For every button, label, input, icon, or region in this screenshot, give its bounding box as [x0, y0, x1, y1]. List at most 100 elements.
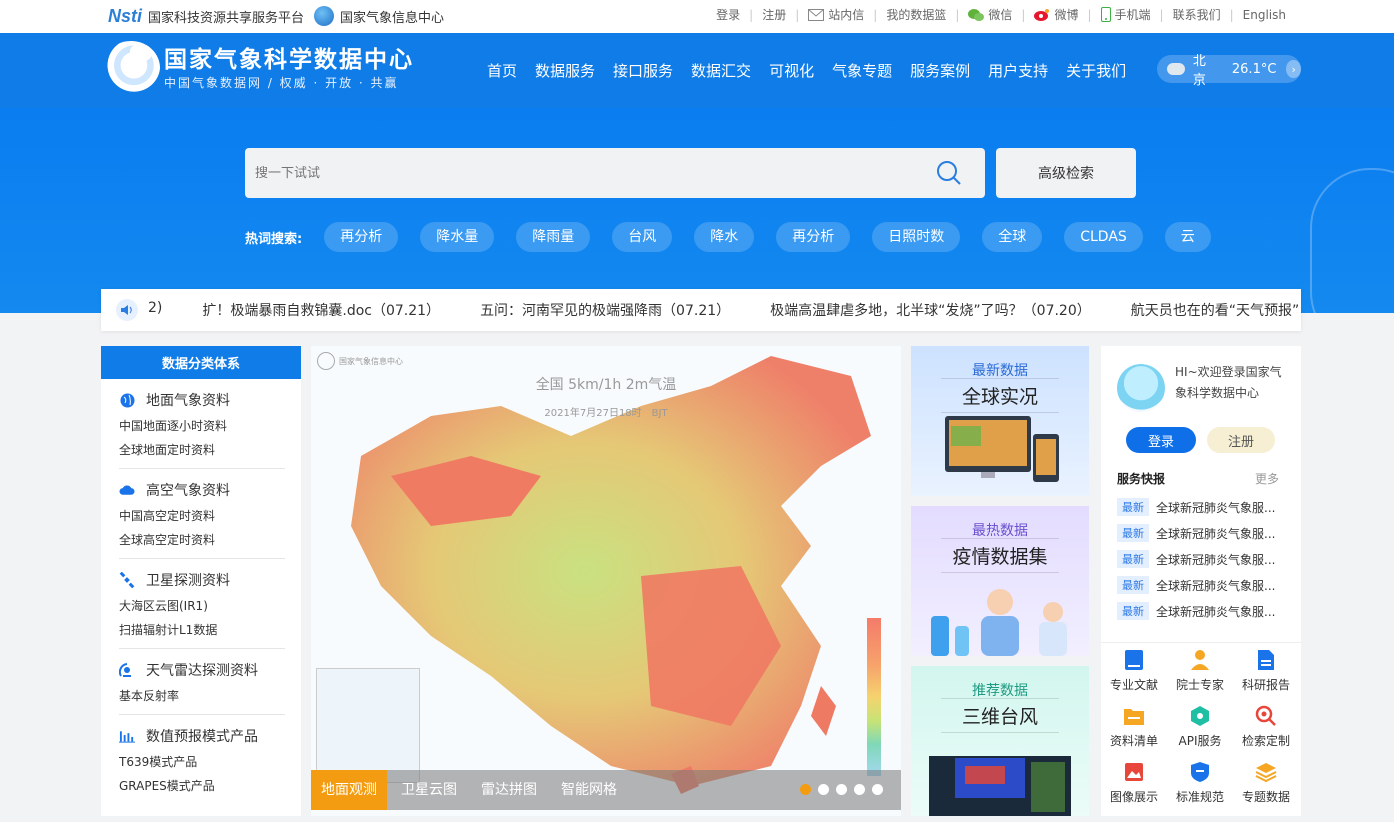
category-sublink[interactable]: 中国地面逐小时资料	[119, 414, 285, 438]
shortcut-experts[interactable]: 院士专家	[1167, 643, 1233, 693]
list-item[interactable]: 最新 全球新冠肺炎气象服...	[1117, 520, 1287, 546]
nav-topics[interactable]: 气象专题	[823, 60, 901, 81]
hot-keyword[interactable]: CLDAS	[1064, 222, 1143, 252]
shortcut-search-custom[interactable]: 检索定制	[1233, 699, 1299, 749]
nav-cases[interactable]: 服务案例	[901, 60, 979, 81]
ticker-item[interactable]: 扩！极端暴雨自救锦囊.doc（07.21）	[202, 300, 440, 320]
shortcut-api[interactable]: API服务	[1167, 699, 1233, 749]
weibo-icon	[1034, 8, 1050, 21]
hot-keyword[interactable]: 降水量	[420, 222, 495, 252]
data-basket-link[interactable]: 我的数据篮	[886, 6, 946, 23]
shortcut-standards[interactable]: 标准规范	[1167, 755, 1233, 805]
recommended-data-card[interactable]: 推荐数据 三维台风	[911, 666, 1089, 816]
ticker-item[interactable]: 航天员也在的看“天气预报”（07.19	[1131, 300, 1301, 320]
search-hero: 高级检索 热词搜索: 再分析 降水量 降雨量 台风 降水 再分析 日照时数 全球…	[0, 108, 1394, 313]
shortcut-data-list[interactable]: 资料清单	[1101, 699, 1167, 749]
nav-support[interactable]: 用户支持	[979, 60, 1057, 81]
category-sublink[interactable]: GRAPES模式产品	[119, 774, 285, 798]
category-satellite[interactable]: 卫星探测资料	[119, 569, 285, 591]
nsti-logo[interactable]: Nsti	[108, 6, 142, 27]
map-org-label: 国家气象信息中心	[339, 356, 403, 366]
latest-data-card[interactable]: 最新数据 全球实况	[911, 346, 1089, 496]
ticker-item[interactable]: 五问：河南罕见的极端强降雨（07.21）	[480, 300, 730, 320]
category-sublink[interactable]: 扫描辐射计L1数据	[119, 618, 285, 642]
shortcut-topic-data[interactable]: 专题数据	[1233, 755, 1299, 805]
map-org-logo: 国家气象信息中心	[317, 352, 403, 370]
more-link[interactable]: 更多	[1255, 470, 1279, 487]
hot-keyword[interactable]: 降雨量	[516, 222, 591, 252]
list-item[interactable]: 最新 全球新冠肺炎气象服...	[1117, 494, 1287, 520]
category-sublink[interactable]: 全球地面定时资料	[119, 438, 285, 462]
hottest-data-card[interactable]: 最热数据 疫情数据集	[911, 506, 1089, 656]
weather-widget[interactable]: 北京 26.1°C ›	[1157, 54, 1301, 88]
carousel-dot[interactable]	[818, 784, 829, 795]
list-item[interactable]: 最新 全球新冠肺炎气象服...	[1117, 572, 1287, 598]
nav-visualization[interactable]: 可视化	[760, 60, 823, 81]
english-link[interactable]: English	[1243, 8, 1286, 22]
category-surface[interactable]: 地面气象资料	[119, 389, 285, 411]
mobile-link[interactable]: 手机端	[1100, 6, 1151, 23]
ticker-item[interactable]: 2)	[148, 300, 162, 320]
shortcut-grid: 专业文献 院士专家 科研报告 资料清单 API服务 检索定制 图像展示 标准规范…	[1101, 642, 1301, 805]
category-radar[interactable]: 天气雷达探测资料	[119, 659, 285, 681]
hot-keyword[interactable]: 再分析	[776, 222, 851, 252]
service-news-header: 服务快报 更多	[1117, 470, 1279, 487]
nav-home[interactable]: 首页	[478, 60, 526, 81]
hot-keyword[interactable]: 再分析	[324, 222, 399, 252]
top-utility-bar: Nsti 国家科技资源共享服务平台 国家气象信息中心 登录 | 注册 | 站内信 | …	[0, 0, 1394, 33]
nav-data-submission[interactable]: 数据汇交	[682, 60, 760, 81]
register-link[interactable]: 注册	[762, 6, 786, 23]
hot-keyword[interactable]: 云	[1164, 222, 1211, 252]
hot-keyword[interactable]: 全球	[982, 222, 1043, 252]
category-sublink[interactable]: 基本反射率	[119, 684, 285, 708]
category-upper-air[interactable]: 高空气象资料	[119, 479, 285, 501]
shortcut-images[interactable]: 图像展示	[1101, 755, 1167, 805]
carousel-dot[interactable]	[800, 784, 811, 795]
chevron-right-icon[interactable]: ›	[1286, 60, 1301, 78]
shortcut-reports[interactable]: 科研报告	[1233, 643, 1299, 693]
category-sublink[interactable]: 全球高空定时资料	[119, 528, 285, 552]
tab-satellite[interactable]: 卫星云图	[391, 770, 467, 810]
list-item[interactable]: 最新 全球新冠肺炎气象服...	[1117, 546, 1287, 572]
nav-api-service[interactable]: 接口服务	[604, 60, 682, 81]
nav-data-service[interactable]: 数据服务	[526, 60, 604, 81]
data-category-panel: 数据分类体系 地面气象资料 中国地面逐小时资料 全球地面定时资料 高空气象资料 …	[101, 346, 301, 816]
cloud-icon	[119, 482, 135, 498]
tab-radar[interactable]: 雷达拼图	[471, 770, 547, 810]
mail-icon	[808, 8, 825, 21]
category-sublink[interactable]: 大海区云图(IR1)	[119, 594, 285, 618]
register-button[interactable]: 注册	[1207, 427, 1275, 453]
search-input[interactable]	[245, 165, 927, 181]
login-link[interactable]: 登录	[716, 6, 740, 23]
login-button[interactable]: 登录	[1126, 427, 1196, 453]
hot-keyword[interactable]: 降水	[694, 222, 755, 252]
category-sublink[interactable]: T639模式产品	[119, 750, 285, 774]
contact-link[interactable]: 联系我们	[1173, 6, 1221, 23]
platform-link[interactable]: 国家科技资源共享服务平台	[148, 7, 304, 26]
book-icon	[1123, 648, 1145, 672]
site-brand[interactable]: 国家气象科学数据中心 中国气象数据网 / 权威 · 开放 · 共赢	[102, 41, 414, 95]
ticker-item[interactable]: 极端高温肆虐多地，北半球“发烧”了吗？（07.20）	[770, 300, 1091, 320]
message-link[interactable]: 站内信	[808, 6, 864, 23]
carousel-dot[interactable]	[854, 784, 865, 795]
search-icon[interactable]	[927, 151, 971, 195]
nav-about[interactable]: 关于我们	[1057, 60, 1135, 81]
tab-surface[interactable]: 地面观测	[311, 770, 387, 810]
carousel-dot[interactable]	[872, 784, 883, 795]
shortcut-literature[interactable]: 专业文献	[1101, 643, 1167, 693]
carousel-dot[interactable]	[836, 784, 847, 795]
tab-grid[interactable]: 智能网格	[551, 770, 627, 810]
speaker-icon	[116, 299, 138, 321]
weibo-link[interactable]: 微博	[1034, 6, 1078, 23]
hot-keyword[interactable]: 日照时数	[872, 222, 961, 252]
main-header: 国家气象科学数据中心 中国气象数据网 / 权威 · 开放 · 共赢 首页 数据服…	[0, 33, 1394, 108]
weather-map-carousel[interactable]: 国家气象信息中心 全国 5km/1h 2m气温 2021年7月27日18时 BJ…	[311, 346, 901, 816]
wechat-link[interactable]: 微信	[968, 6, 1012, 23]
temperature-legend	[867, 618, 881, 776]
advanced-search-button[interactable]: 高级检索	[996, 148, 1136, 198]
info-center-link[interactable]: 国家气象信息中心	[340, 7, 444, 26]
category-sublink[interactable]: 中国高空定时资料	[119, 504, 285, 528]
category-nwp[interactable]: 数值预报模式产品	[119, 725, 285, 747]
list-item[interactable]: 最新 全球新冠肺炎气象服...	[1117, 598, 1287, 624]
hot-keyword[interactable]: 台风	[612, 222, 673, 252]
